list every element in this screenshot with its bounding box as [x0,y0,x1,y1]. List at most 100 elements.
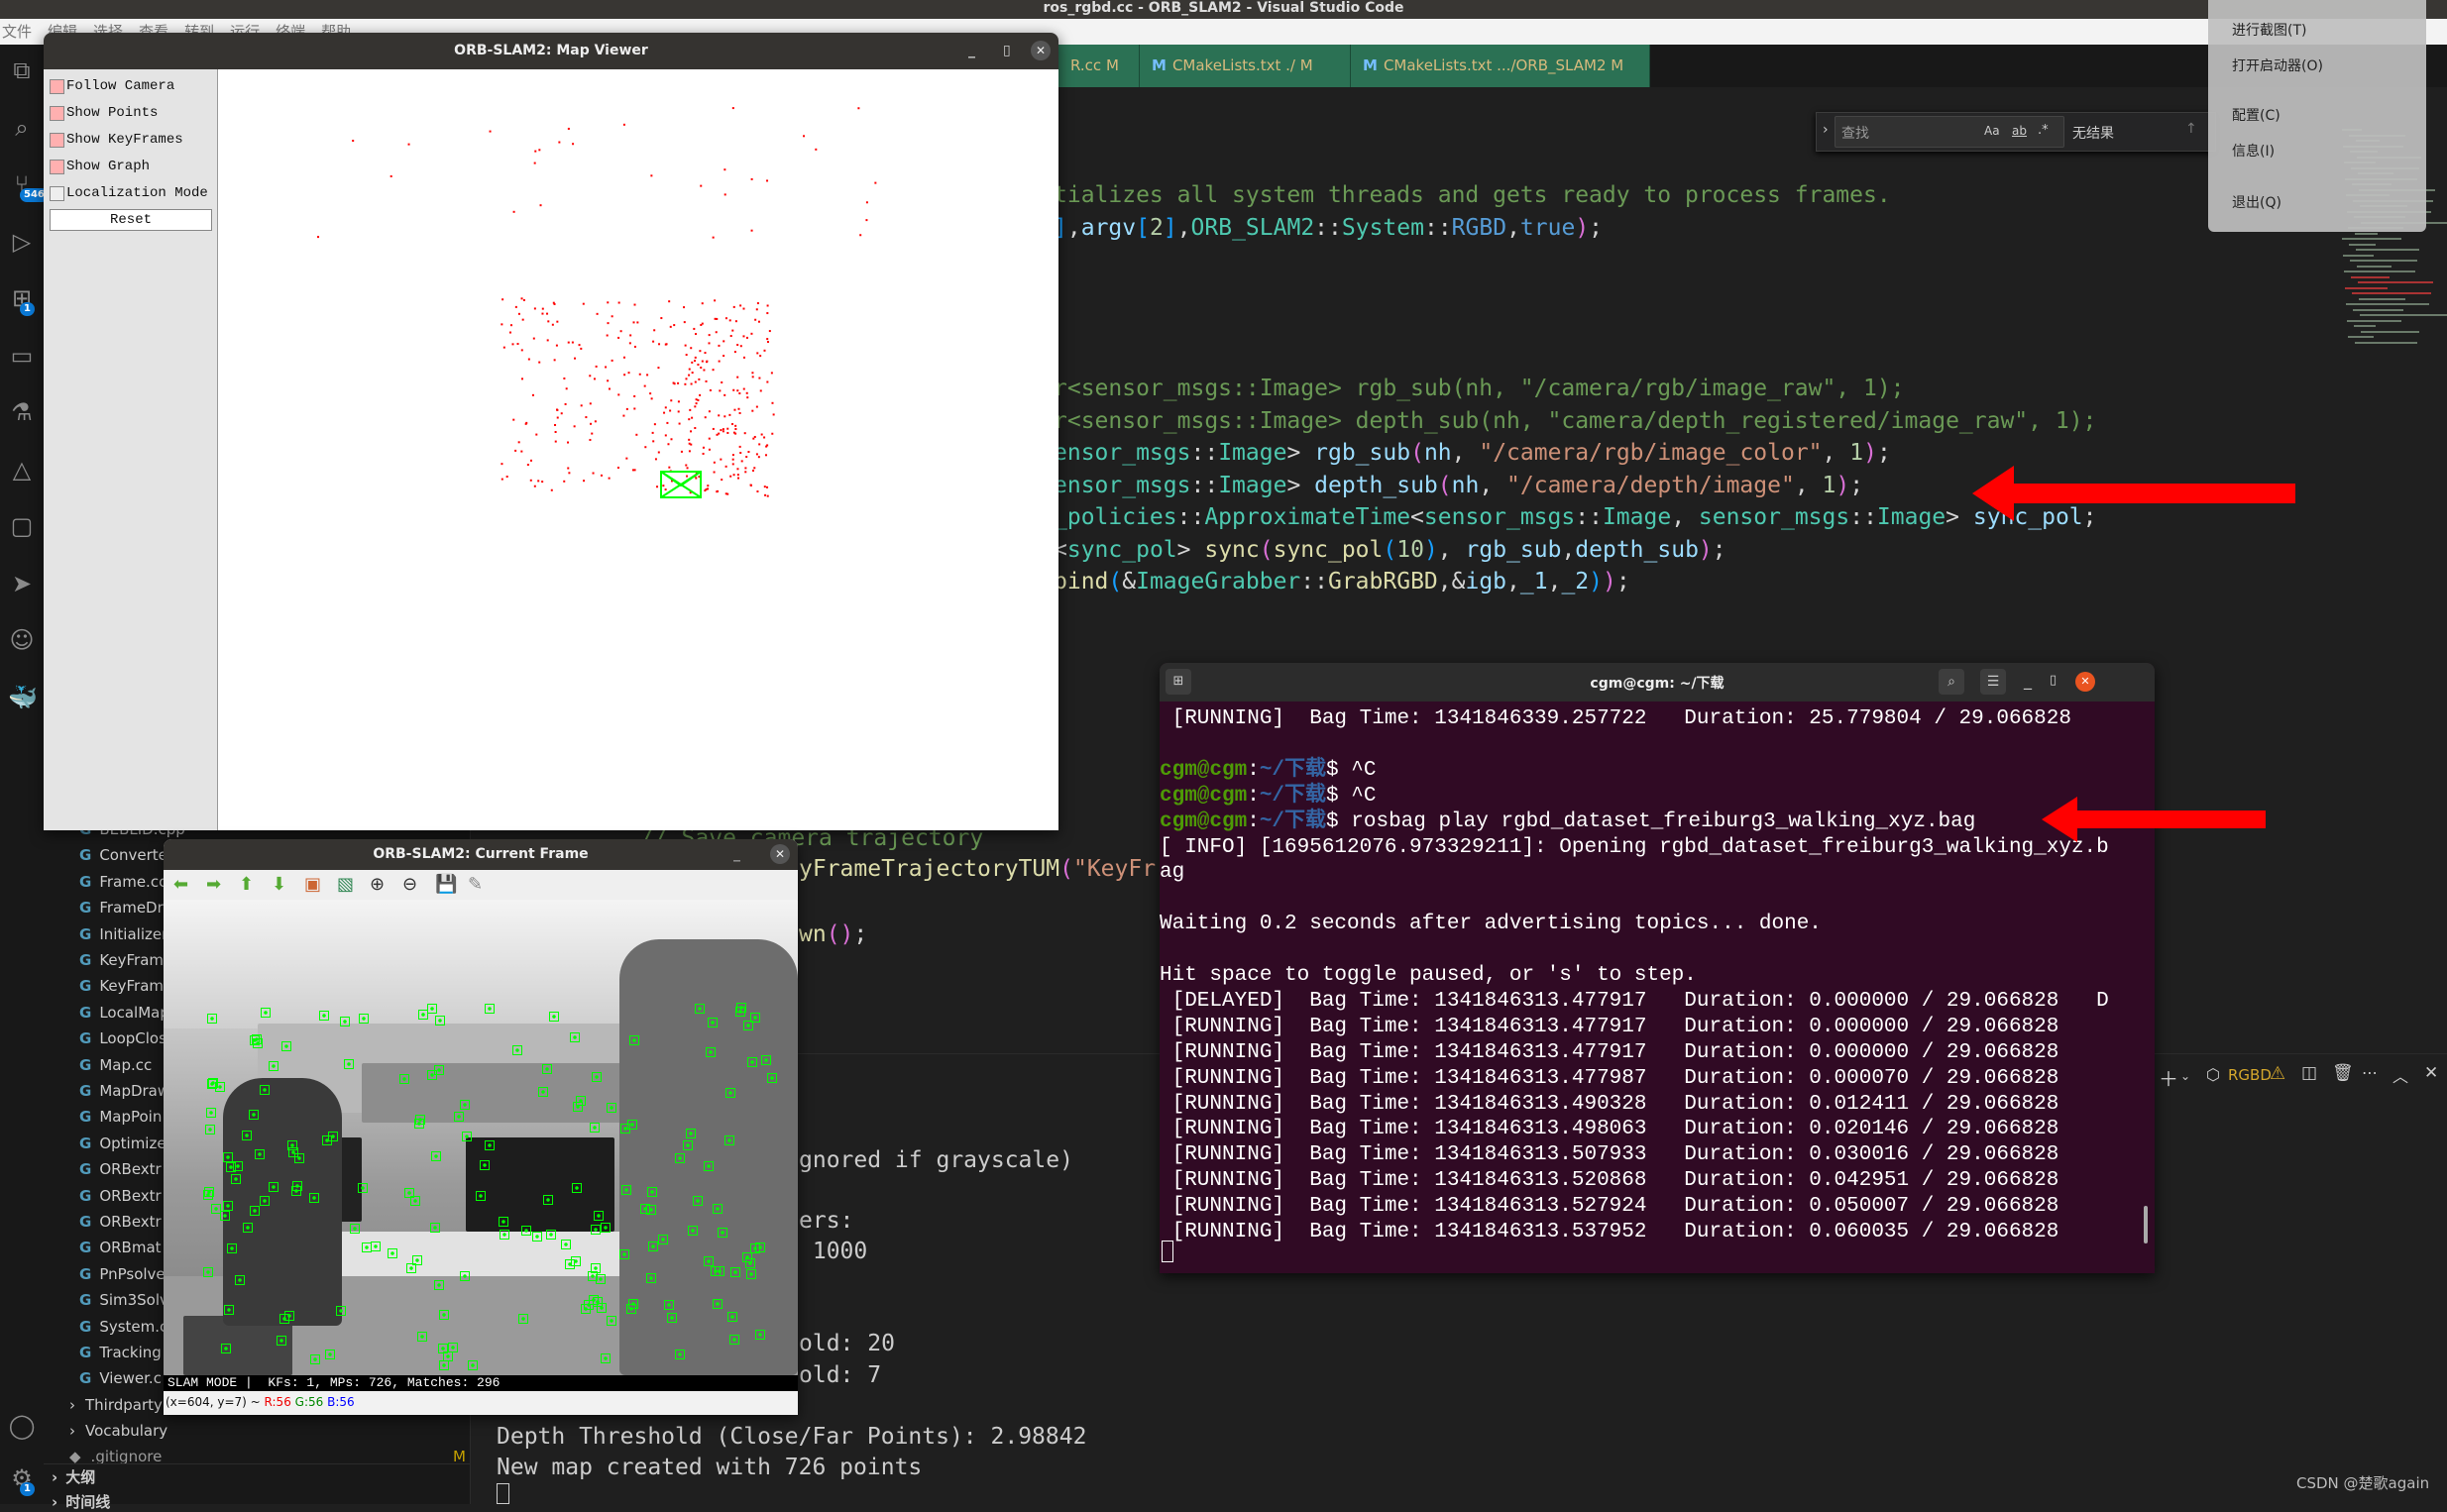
section-outline[interactable]: › 大纲 [52,1466,95,1487]
match-word-button[interactable]: ab [2012,124,2027,138]
search-icon[interactable]: ⌕ [8,114,36,142]
file-item[interactable]: G MapPoin [79,1108,162,1126]
terminal-profile-label[interactable]: RGBD [2228,1066,2272,1084]
section-timeline[interactable]: › 时间线 [52,1491,110,1512]
toggle-replace-icon[interactable]: › [1823,122,1829,138]
keypoint-marker [462,1132,473,1142]
file-item[interactable]: G ORBextr [79,1160,162,1178]
trash-icon[interactable]: 🗑 [2332,1063,2354,1083]
minimize-icon[interactable]: _ [968,33,975,69]
previous-match-icon[interactable]: ↑ [2185,121,2197,137]
file-item[interactable]: G ORBmat [79,1239,162,1256]
maximize-panel-icon[interactable]: ︿ [2392,1063,2408,1087]
more-actions-icon[interactable]: ⋯ [2362,1063,2378,1082]
file-item[interactable]: G Viewer.c [79,1369,162,1387]
map-point [803,135,806,138]
map-canvas[interactable] [218,69,1058,830]
pan-left-icon[interactable]: ⬅ [173,874,188,895]
camera-image[interactable] [164,900,798,1375]
regex-button[interactable]: .* [2038,123,2049,138]
map-point [874,181,877,184]
folder-item[interactable]: › Thirdparty [69,1396,163,1414]
tab[interactable]: M CMakeLists.txt .../ORB_SLAM2 M [1351,45,1650,87]
file-item[interactable]: G LocalMap [79,1004,169,1022]
find-input[interactable]: 查找 Aa ab .* [1835,116,2064,148]
run-debug-icon[interactable]: ▷ [8,228,36,256]
file-item[interactable]: G Converte [79,846,167,864]
zoom-in-icon[interactable]: ⊕ [370,874,385,895]
testing-icon[interactable]: ⚗ [8,398,36,426]
split-terminal-icon[interactable]: ◫ [2301,1063,2317,1083]
close-icon[interactable]: ✕ [1031,41,1051,60]
file-item[interactable]: G Optimize [79,1134,167,1152]
copilot-icon[interactable]: ☺ [8,626,36,654]
reset-button[interactable]: Reset [50,209,212,231]
comments-icon[interactable]: ▢ [8,512,36,540]
keypoint-marker [717,1227,727,1238]
file-item[interactable]: G FrameDr [79,899,164,917]
minimize-icon[interactable]: _ [2024,671,2032,690]
file-item[interactable]: G System.c [79,1318,167,1336]
file-item[interactable]: G Frame.cc [79,873,167,891]
account-icon[interactable]: ◯ [8,1412,36,1440]
close-icon[interactable]: ✕ [2075,672,2095,692]
file-item[interactable]: G ORBextr [79,1187,162,1205]
checkbox-show-graph[interactable]: Show Graph [50,159,150,174]
checkbox-follow-camera[interactable]: Follow Camera [50,78,174,94]
tray-menu-item[interactable]: 进行截图(T) [2232,20,2306,40]
tray-menu-item[interactable]: 退出(Q) [2232,192,2281,212]
zoom-out-icon[interactable]: ⊖ [402,874,417,895]
minimize-icon[interactable]: _ [733,839,740,870]
zoom-original-icon[interactable]: ▧ [337,874,354,895]
tray-menu-item[interactable]: 配置(C) [2232,105,2280,125]
pan-down-icon[interactable]: ⬇ [272,874,286,895]
close-icon[interactable]: ✕ [770,844,790,864]
file-item[interactable]: G LoopClos [79,1029,167,1047]
file-item[interactable]: G Tracking [79,1344,162,1361]
properties-icon[interactable]: ✎ [468,874,483,895]
search-icon[interactable]: ⌕ [1939,669,1964,695]
file-item[interactable]: G Sim3Solv [79,1291,168,1309]
match-case-button[interactable]: Aa [1984,124,2000,138]
cmake-icon[interactable]: △ [8,456,36,484]
file-item[interactable]: G Initializer [79,925,167,943]
map-viewer-title-bar[interactable]: ORB-SLAM2: Map Viewer _ ▯ ✕ [44,33,1058,69]
docker-icon[interactable]: 🐳 [8,684,38,711]
file-item[interactable]: G KeyFram [79,951,164,969]
tray-menu-item[interactable]: 打开启动器(O) [2232,55,2323,75]
map-point [739,452,742,455]
pointer-icon[interactable]: ➤ [8,570,36,597]
terminal-scrollbar[interactable] [2144,1206,2148,1243]
file-item[interactable]: G PnPsolve [79,1265,166,1283]
map-point [739,345,742,348]
file-item[interactable]: G KeyFram [79,977,164,995]
menu-item[interactable]: 文件 [2,23,32,41]
extensions-icon[interactable]: ⊞ 1 [8,284,36,316]
file-item[interactable]: G MapDraw [79,1082,169,1100]
checkbox-show-points[interactable]: Show Points [50,105,158,121]
file-item[interactable]: G ORBextr [79,1213,162,1231]
checkbox-localization-mode[interactable]: Localization Mode [50,185,208,201]
maximize-icon[interactable]: ▯ [1003,33,1011,69]
zoom-fit-icon[interactable]: ▣ [304,874,321,895]
tray-menu-item[interactable]: 信息(I) [2232,141,2275,161]
pan-right-icon[interactable]: ➡ [206,874,221,895]
folder-item[interactable]: › Vocabulary [69,1422,167,1440]
current-frame-title-bar[interactable]: ORB-SLAM2: Current Frame _ ✕ [164,839,798,870]
close-panel-icon[interactable]: ✕ [2424,1063,2438,1083]
new-terminal-icon[interactable]: ＋ [2159,1063,2178,1092]
tab[interactable]: M CMakeLists.txt ./ M [1140,45,1351,87]
source-control-icon[interactable]: ⑂ 546 [8,170,49,202]
terminal-title-bar[interactable]: ⊞ cgm@cgm: ~/下载 ⌕ ☰ _ ▯ ✕ [1160,663,2155,702]
file-item[interactable]: G Map.cc [79,1056,152,1074]
files-icon[interactable]: ⧉ [8,56,36,84]
checkbox-show-keyframes[interactable]: Show KeyFrames [50,132,183,148]
hamburger-menu-icon[interactable]: ☰ [1980,669,2006,695]
save-icon[interactable]: 💾 [435,874,457,895]
settings-icon[interactable]: ⚙ 1 [8,1464,36,1496]
pan-up-icon[interactable]: ⬆ [239,874,254,895]
maximize-icon[interactable]: ▯ [2050,673,2057,688]
tab[interactable]: R.cc M [1058,45,1140,87]
chevron-down-icon[interactable]: ⌄ [2180,1069,2190,1083]
remote-explorer-icon[interactable]: ▭ [8,342,36,370]
